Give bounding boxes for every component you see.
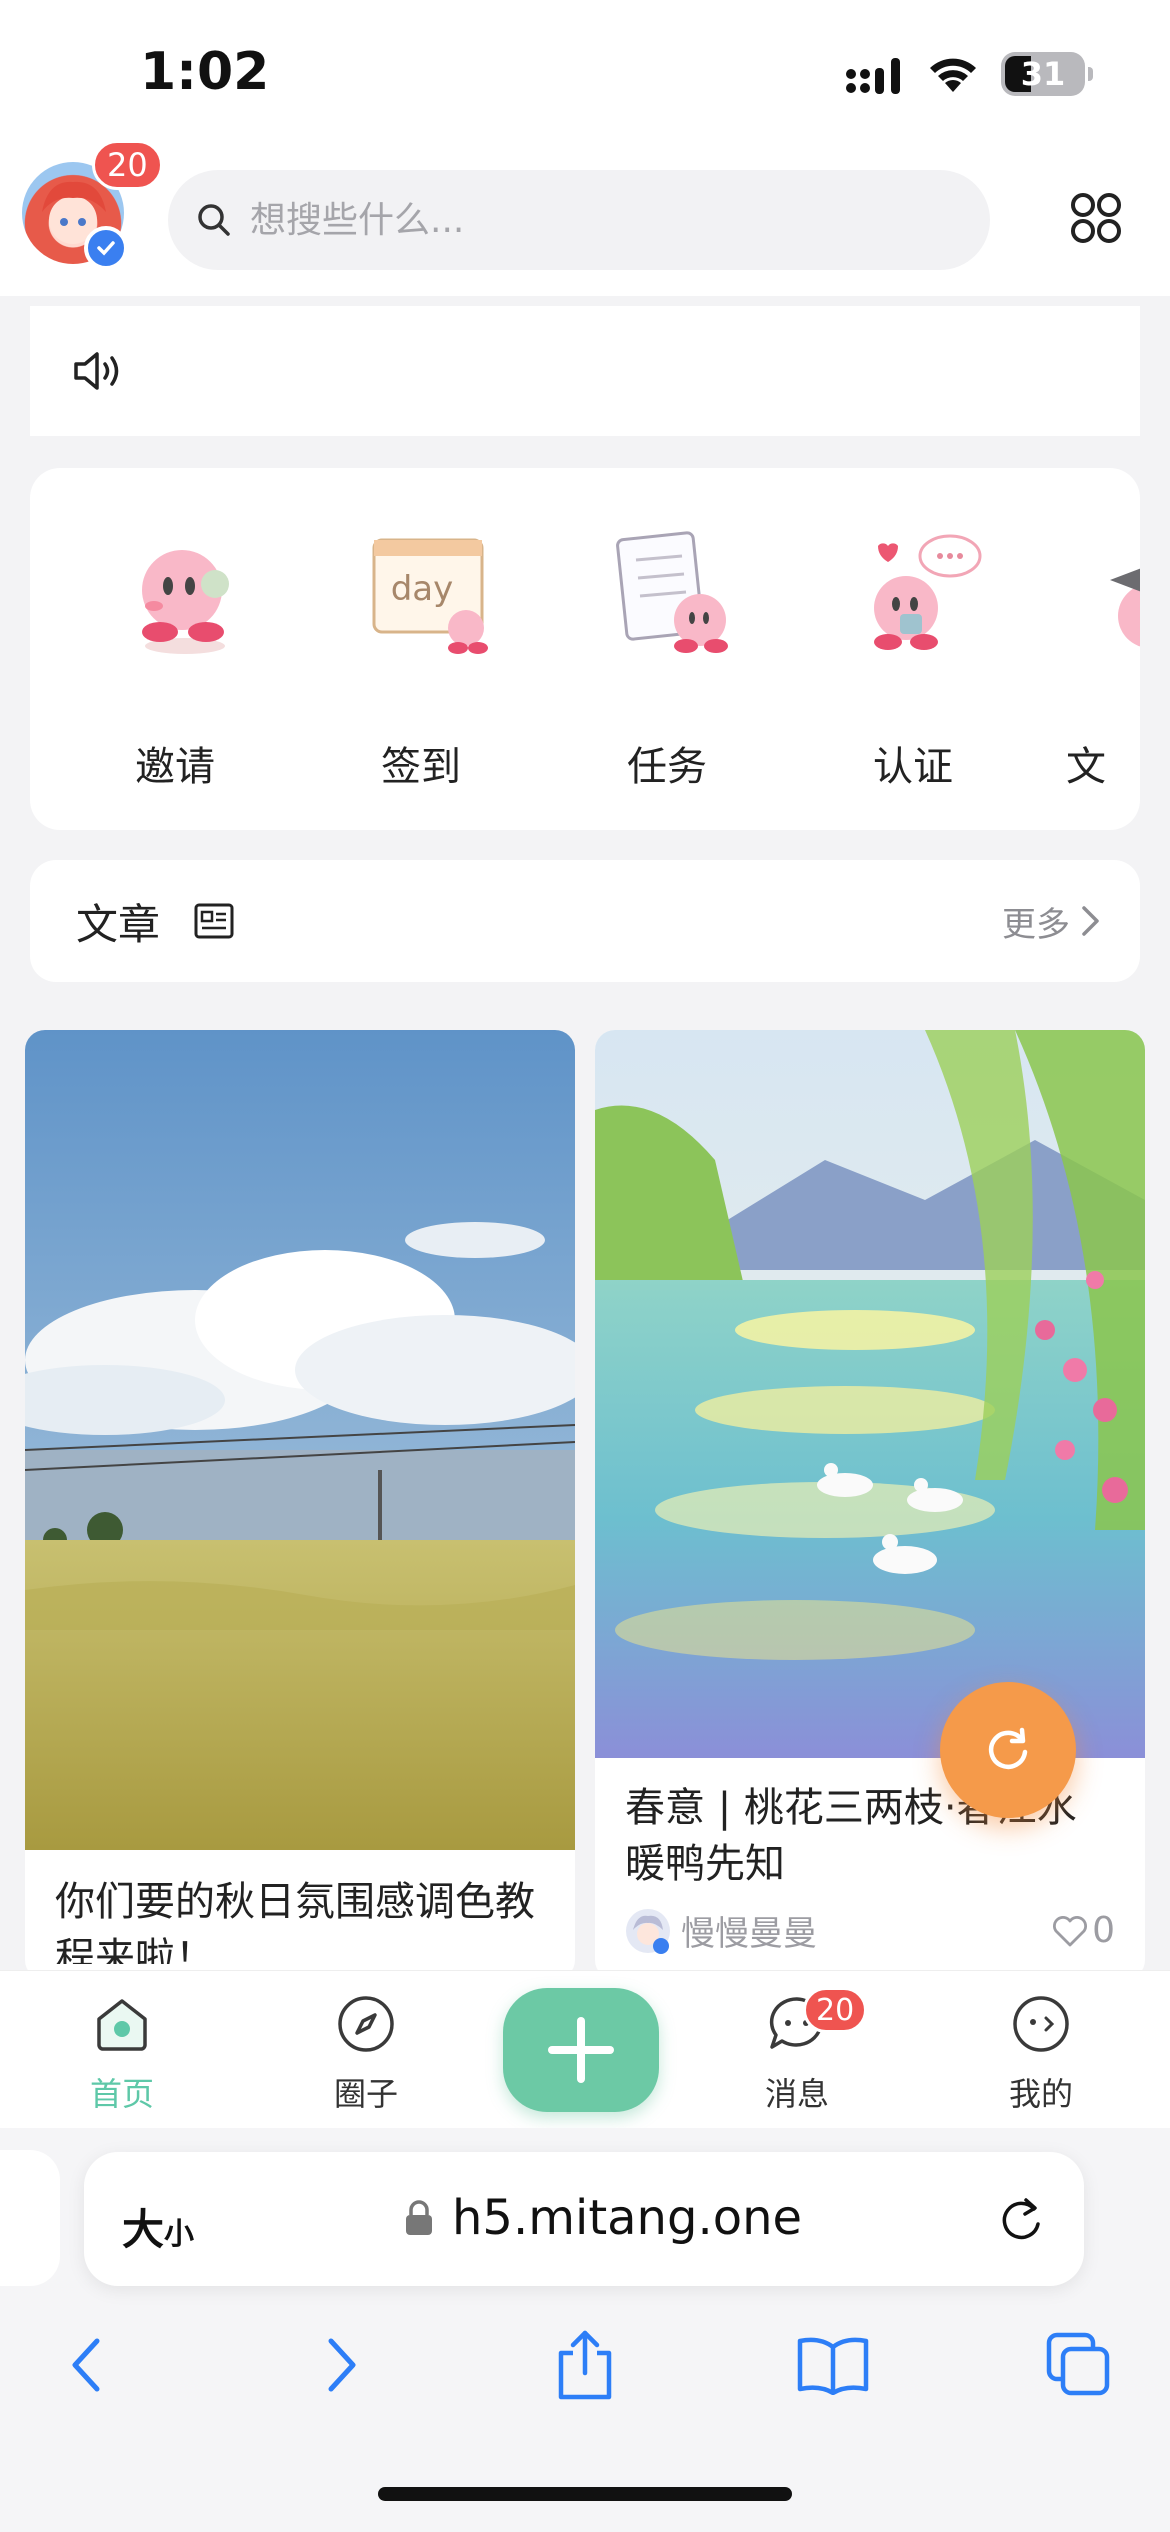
article-more-link[interactable]: 更多 <box>1002 897 1102 946</box>
shortcut-task[interactable]: 任务 <box>572 508 772 798</box>
browser-nav-row <box>0 2320 1170 2420</box>
text-size-small: 小 <box>164 2217 195 2252</box>
chevron-right-icon <box>328 2338 356 2392</box>
card-author: 慢慢曼曼 <box>681 1914 817 1954</box>
article-card[interactable]: 春意 | 桃花三两枝·春江水暖鸭先知 慢慢曼曼 0 <box>595 1030 1145 1980</box>
task-icon <box>616 531 728 653</box>
shortcut-label: 签到 <box>381 744 461 790</box>
shortcut-invite[interactable]: 邀请 <box>80 508 280 798</box>
lock-icon <box>406 2200 432 2235</box>
url-display[interactable]: h5.mitang.one <box>404 2190 802 2246</box>
tab-home[interactable]: 首页 <box>42 1993 202 2123</box>
card-meta: 慢慢曼曼 0 <box>595 1892 1145 1955</box>
home-icon <box>97 1999 147 2051</box>
article-section-title: 文章 <box>76 899 161 949</box>
calendar-text: day <box>391 569 454 609</box>
shortcut-label: 认证 <box>873 744 953 790</box>
shortcut-label: 邀请 <box>135 744 215 790</box>
add-post-button[interactable] <box>503 1988 659 2112</box>
verified-icon <box>84 226 128 270</box>
tab-messages[interactable]: 20 消息 <box>717 1987 877 2123</box>
tab-label: 圈子 <box>333 2075 398 2113</box>
share-button[interactable] <box>540 2320 630 2410</box>
text-size-large: 大 <box>122 2205 165 2254</box>
profile-face-icon <box>1013 1996 1069 2052</box>
search-icon <box>198 204 230 236</box>
like-count: 0 <box>1092 1910 1115 1951</box>
article-card[interactable]: 你们要的秋日氛围感调色教程来啦！ <box>25 1030 575 1980</box>
article-section-header: 文章 更多 <box>30 860 1140 982</box>
messages-badge: 20 <box>803 1987 868 2033</box>
card-title: 你们要的秋日氛围感调色教程来啦！ <box>55 1879 535 1964</box>
compass-icon <box>338 1996 394 2052</box>
tab-label: 消息 <box>764 2075 829 2113</box>
previous-tab-preview[interactable] <box>0 2150 60 2286</box>
url-text: h5.mitang.one <box>452 2190 803 2246</box>
address-bar[interactable]: 大小 h5.mitang.one <box>84 2152 1084 2286</box>
signal-icon <box>846 58 900 94</box>
reload-icon[interactable] <box>996 2194 1046 2244</box>
invite-icon <box>142 550 229 654</box>
card-title: 春意 | 桃花三两枝·春江水暖鸭先知 <box>625 1785 1077 1887</box>
tabs-icon <box>1046 2332 1110 2396</box>
refresh-icon <box>988 1727 1028 1770</box>
tab-mine[interactable]: 我的 <box>961 1993 1121 2123</box>
more-label: 更多 <box>1002 904 1070 945</box>
article-icon <box>194 903 234 939</box>
card-image-autumn-field <box>25 1030 575 1850</box>
battery-level: 31 <box>1020 55 1066 93</box>
forward-button[interactable] <box>296 2320 386 2410</box>
chevron-left-icon <box>72 2338 100 2392</box>
home-indicator <box>378 2487 792 2501</box>
avatar-notification-badge: 20 <box>92 140 163 190</box>
book-icon <box>797 2337 869 2395</box>
tabs-button[interactable] <box>1034 2320 1124 2410</box>
search-bar[interactable] <box>168 170 990 270</box>
chevron-right-icon <box>1082 906 1099 936</box>
shortcut-panel: 邀请 day 签到 任务 认证 文 <box>30 468 1140 830</box>
plus-icon <box>548 2017 614 2083</box>
author-avatar <box>626 1908 670 1954</box>
bookmarks-button[interactable] <box>788 2320 878 2410</box>
search-input[interactable] <box>250 199 900 241</box>
refresh-button[interactable] <box>940 1682 1076 1818</box>
shortcut-label: 文 <box>1066 744 1106 790</box>
graduation-icon <box>1110 568 1140 647</box>
tab-label: 我的 <box>1008 2075 1073 2113</box>
shortcut-verify[interactable]: 认证 <box>818 508 1018 798</box>
back-button[interactable] <box>42 2320 132 2410</box>
wifi-icon <box>930 58 976 92</box>
tab-label: 首页 <box>89 2075 154 2113</box>
card-image-spring-lake <box>595 1030 1145 1758</box>
share-icon <box>558 2330 612 2400</box>
status-icons: 31 <box>845 52 1093 96</box>
shortcut-checkin[interactable]: day 签到 <box>326 508 526 798</box>
app-screen: 1:02 31 20 想搜些什么... 邀请 day 签到 任务 认证 文 文章… <box>0 0 1170 2532</box>
text-size-button[interactable]: 大小 <box>122 2196 194 2257</box>
shortcut-article[interactable]: 文 <box>1060 508 1140 798</box>
status-time: 1:02 <box>140 42 270 102</box>
verify-icon <box>874 534 982 650</box>
shortcut-label: 任务 <box>627 744 707 790</box>
apps-grid-icon[interactable] <box>1068 190 1124 246</box>
heart-icon <box>1053 1915 1088 1946</box>
announcement-bar[interactable] <box>30 306 1140 436</box>
calendar-icon: day <box>372 538 488 654</box>
card-likes[interactable]: 0 <box>1052 1910 1115 1951</box>
tab-circle[interactable]: 圈子 <box>286 1993 446 2123</box>
speaker-icon <box>74 352 119 390</box>
status-bar: 1:02 31 <box>0 0 1170 150</box>
battery-icon: 31 <box>1001 52 1093 96</box>
